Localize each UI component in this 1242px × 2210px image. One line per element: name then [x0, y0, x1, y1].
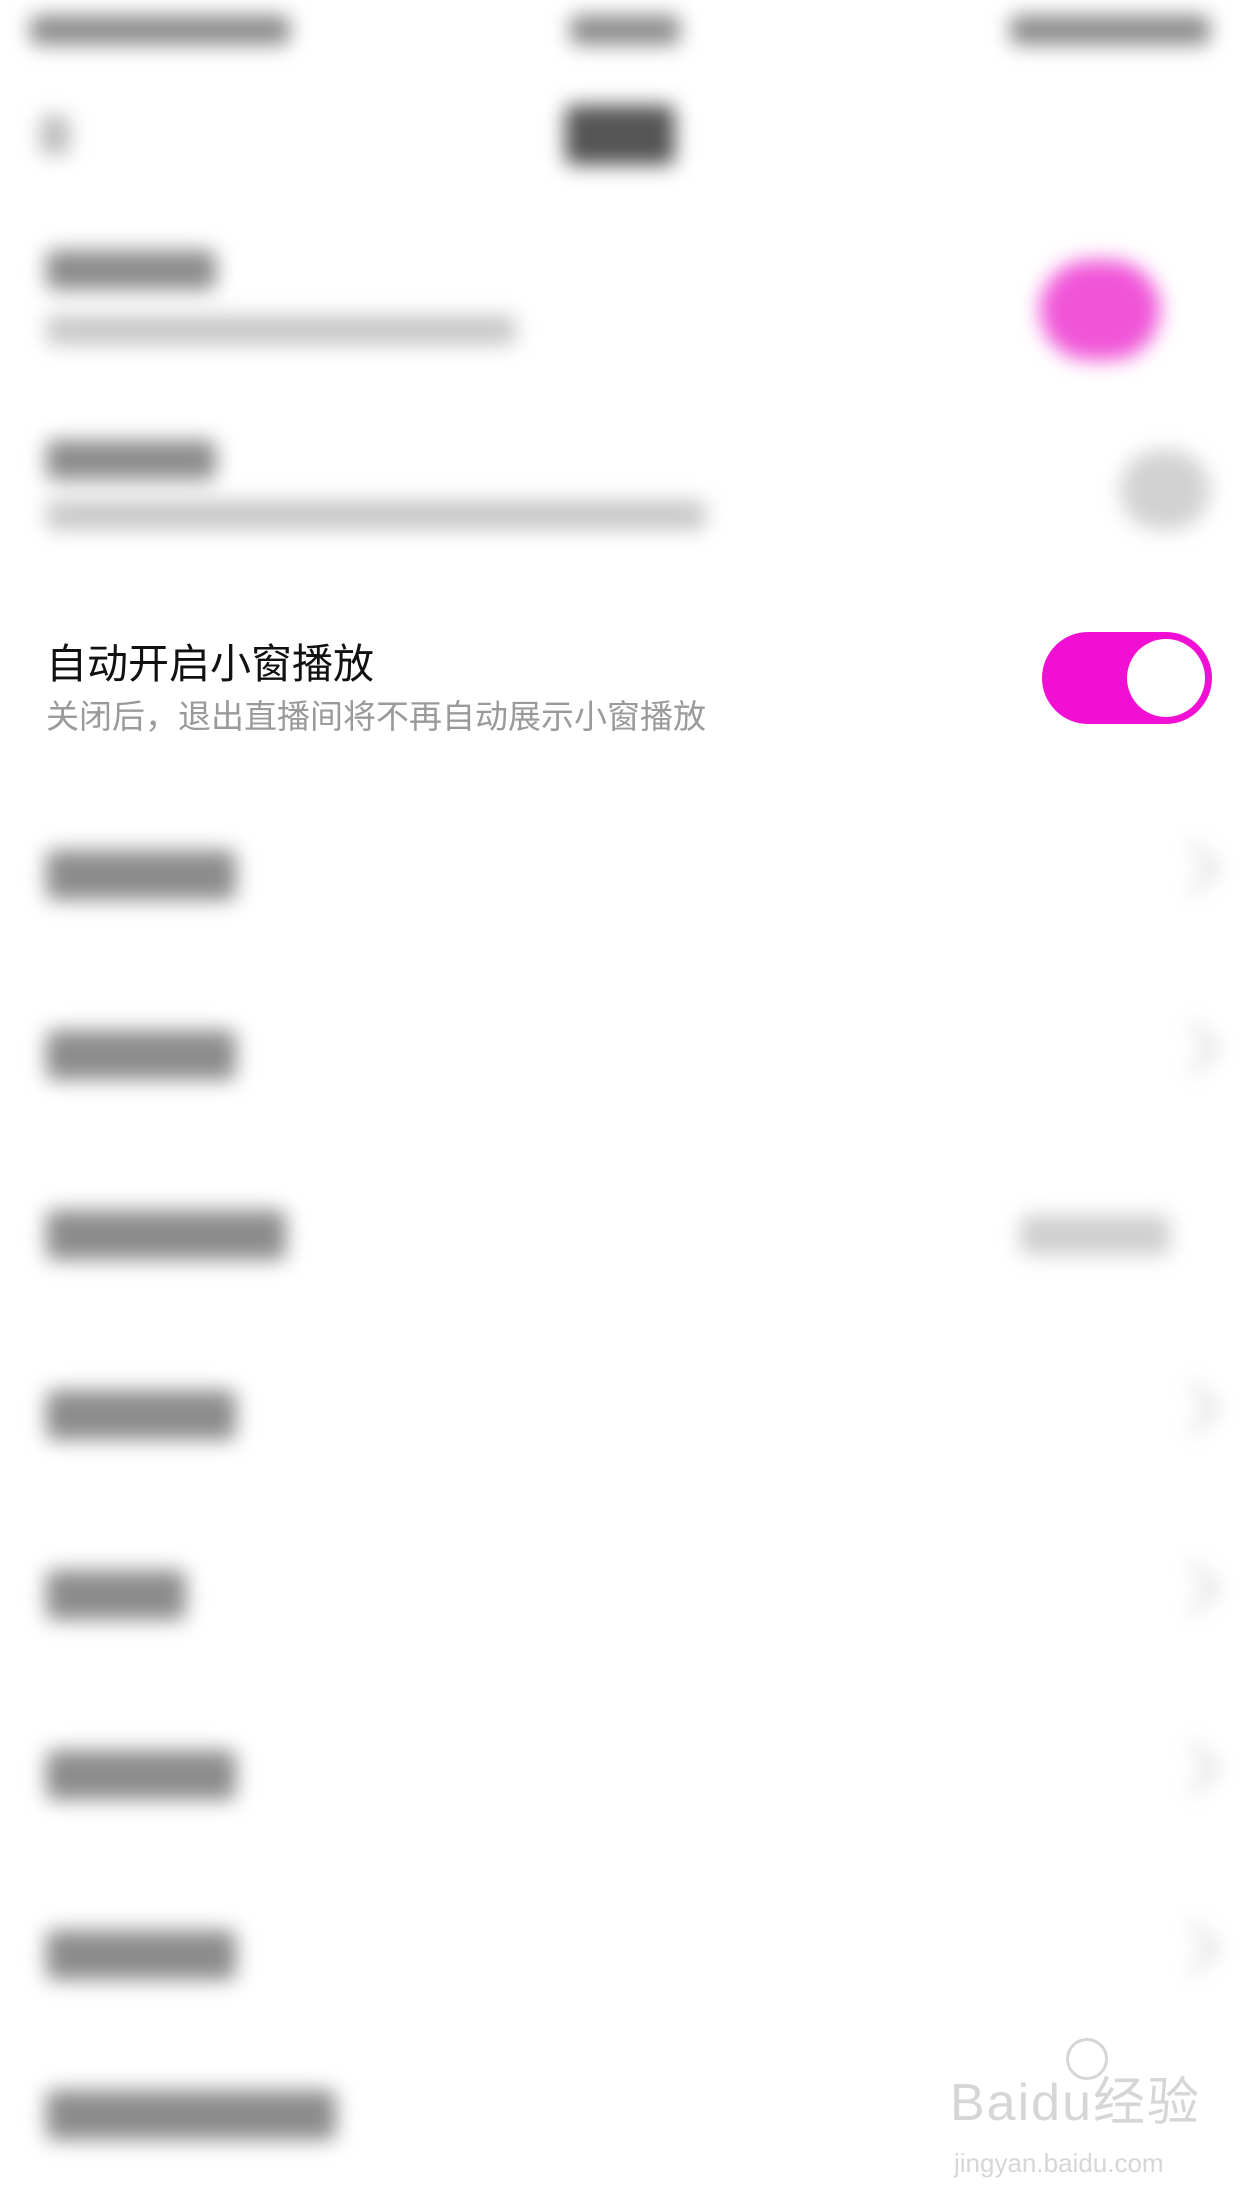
auto-pip-setting-row: 自动开启小窗播放 关闭后，退出直播间将不再自动展示小窗播放	[0, 612, 1242, 762]
toggle-knob	[1127, 639, 1205, 717]
blurred-setting-row[interactable]	[0, 410, 1242, 590]
navigation-bar	[0, 70, 1242, 200]
blurred-list-item[interactable]	[0, 1330, 1242, 1510]
watermark-url: jingyan.baidu.com	[954, 2148, 1164, 2178]
auto-pip-toggle[interactable]	[1042, 632, 1212, 724]
baidu-jingyan-watermark: Baidu经验 jingyan.baidu.com	[950, 2038, 1220, 2190]
chevron-right-icon	[1168, 1562, 1220, 1614]
setting-description: 关闭后，退出直播间将不再自动展示小窗播放	[46, 697, 706, 736]
chevron-right-icon	[1168, 1382, 1220, 1434]
toggle-switch[interactable]	[1040, 260, 1160, 360]
blurred-setting-row[interactable]	[0, 220, 1242, 400]
blurred-list-item[interactable]	[0, 1690, 1242, 1870]
chevron-right-icon	[1168, 1742, 1220, 1794]
status-bar	[0, 0, 1242, 70]
chevron-right-icon	[1168, 1922, 1220, 1974]
chevron-right-icon	[1168, 842, 1220, 894]
blurred-list-item[interactable]	[0, 1150, 1242, 1330]
blurred-list-item[interactable]	[0, 1870, 1242, 2050]
blurred-list-item[interactable]	[0, 970, 1242, 1150]
blurred-list-item[interactable]	[0, 1510, 1242, 1690]
watermark-logo: Baidu经验	[950, 2074, 1201, 2132]
chevron-right-icon	[1168, 1022, 1220, 1074]
toggle-switch[interactable]	[1120, 450, 1210, 530]
page-title	[565, 105, 675, 165]
blurred-list-item[interactable]	[0, 790, 1242, 970]
back-icon[interactable]	[40, 115, 70, 155]
setting-title: 自动开启小窗播放	[46, 640, 374, 688]
